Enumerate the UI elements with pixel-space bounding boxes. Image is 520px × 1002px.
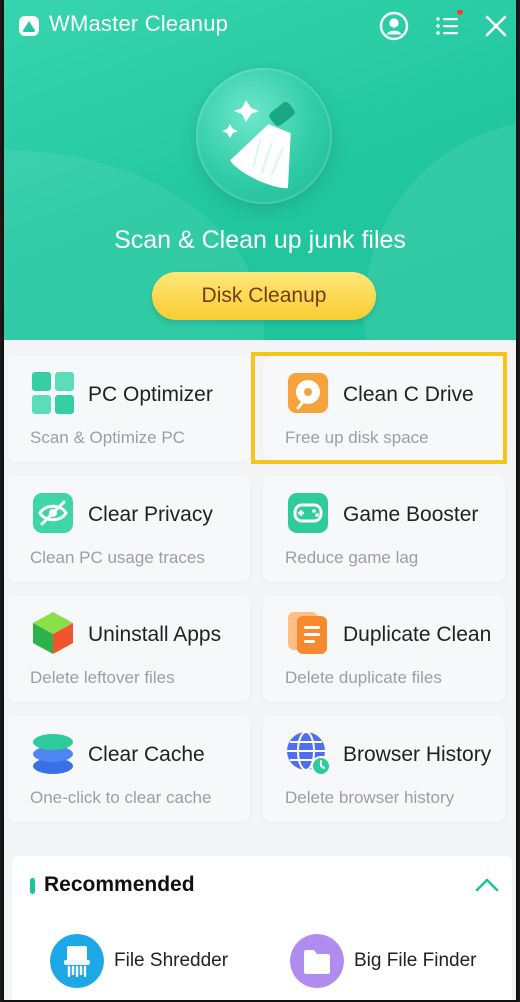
section-accent-bar <box>30 878 35 894</box>
tool-clean-c-drive[interactable]: Clean C Drive Free up disk space <box>263 356 505 462</box>
menu-list-icon <box>436 9 463 35</box>
big-file-finder-icon <box>290 934 344 988</box>
recommended-big-file-finder[interactable]: Big File Finder <box>290 934 510 990</box>
recommended-title: Recommended <box>44 873 195 896</box>
clear-cache-icon <box>33 734 73 774</box>
close-button[interactable] <box>480 10 512 42</box>
tool-name: Game Booster <box>343 503 479 526</box>
clean-c-drive-icon <box>288 373 328 413</box>
tool-browser-history[interactable]: Browser History Delete browser history <box>263 716 505 822</box>
tool-name: Clear Privacy <box>88 503 213 526</box>
tool-description: Delete leftover files <box>30 668 175 687</box>
duplicate-clean-icon <box>288 612 327 654</box>
file-shredder-icon <box>50 934 104 988</box>
tool-clear-privacy[interactable]: Clear Privacy Clean PC usage traces <box>8 476 250 582</box>
tool-description: Delete browser history <box>285 788 455 807</box>
tool-name: Clean C Drive <box>343 383 474 406</box>
hero-banner: WMaster Cleanup Scan & Clean up junk fil… <box>4 0 516 340</box>
clear-privacy-icon <box>33 493 73 533</box>
chevron-up-icon[interactable] <box>474 874 500 896</box>
tool-name: PC Optimizer <box>88 383 213 406</box>
hero-headline: Scan & Clean up junk files <box>114 226 406 254</box>
tool-name: Duplicate Clean <box>343 623 492 646</box>
tool-description: Delete duplicate files <box>285 668 442 687</box>
tool-description: Reduce game lag <box>285 548 419 567</box>
tool-name: Uninstall Apps <box>88 623 222 646</box>
tool-description: One-click to clear cache <box>30 788 212 807</box>
recommended-item-label: File Shredder <box>114 950 229 971</box>
recommended-item-label: Big File Finder <box>354 950 477 971</box>
recommended-panel: Recommended File Shredder Big File Finde… <box>12 856 512 1000</box>
pc-optimizer-icon <box>32 372 74 414</box>
broom-illustration <box>196 68 332 204</box>
tool-duplicate-clean[interactable]: Duplicate Clean Delete duplicate files <box>263 596 505 702</box>
tool-uninstall-apps[interactable]: Uninstall Apps Delete leftover files <box>8 596 250 702</box>
tool-name: Browser History <box>343 743 492 766</box>
browser-history-icon <box>287 731 331 776</box>
app-logo-icon <box>19 16 39 36</box>
disk-cleanup-button[interactable]: Disk Cleanup <box>152 272 376 320</box>
tool-description: Scan & Optimize PC <box>30 428 185 447</box>
tool-description: Clean PC usage traces <box>30 548 205 567</box>
broom-icon <box>222 100 295 189</box>
menu-button[interactable] <box>431 9 463 42</box>
uninstall-apps-icon <box>33 612 73 654</box>
tool-clear-cache[interactable]: Clear Cache One-click to clear cache <box>8 716 250 822</box>
title-bar[interactable]: WMaster Cleanup <box>4 0 516 52</box>
notification-dot <box>457 9 463 15</box>
tool-name: Clear Cache <box>88 743 205 766</box>
tool-game-booster[interactable]: Game Booster Reduce game lag <box>263 476 505 582</box>
tool-description: Free up disk space <box>285 428 429 447</box>
game-booster-icon <box>288 493 328 533</box>
recommended-file-shredder[interactable]: File Shredder <box>50 934 270 990</box>
app-title: WMaster Cleanup <box>49 11 229 36</box>
account-icon <box>379 11 409 41</box>
tool-pc-optimizer[interactable]: PC Optimizer Scan & Optimize PC <box>8 356 250 462</box>
app-window: WMaster Cleanup Scan & Clean up junk fil… <box>2 0 518 1002</box>
account-button[interactable] <box>378 10 410 42</box>
close-icon <box>485 15 507 37</box>
